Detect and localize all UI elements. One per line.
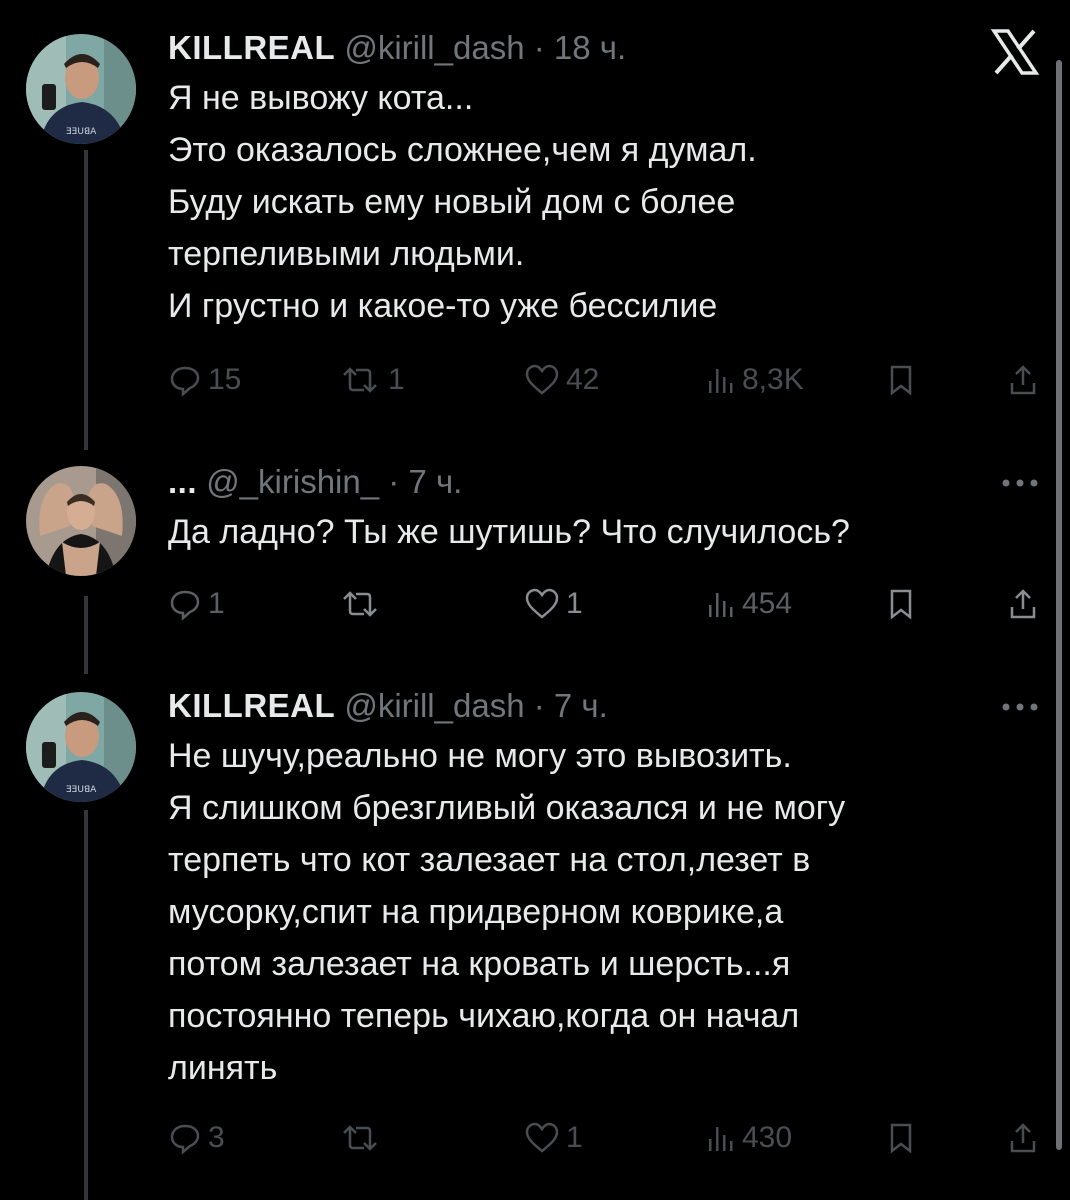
thread-line	[84, 596, 88, 674]
share-button[interactable]	[1008, 582, 1038, 626]
heart-icon	[525, 364, 559, 395]
heart-icon	[525, 1122, 559, 1153]
tweet-header: ... @_kirishin_ · 7 ч.	[168, 462, 1010, 502]
tweet-line: Буду искать ему новый дом с более	[168, 183, 736, 221]
like-button[interactable]: 1	[524, 1116, 583, 1160]
tweet-header: KILLREAL @kirill_dash · 18 ч.	[168, 28, 1010, 68]
more-options-icon[interactable]	[1000, 702, 1040, 712]
bookmark-icon	[890, 365, 912, 396]
tweet-header: KILLREAL @kirill_dash · 7 ч.	[168, 686, 1010, 726]
action-bar: 1 1 454	[168, 582, 1048, 626]
thread-line	[84, 150, 88, 450]
author-handle[interactable]: @kirill_dash	[344, 29, 524, 66]
views-button[interactable]: 8,3K	[706, 358, 804, 402]
views-count: 430	[742, 1121, 793, 1154]
like-count: 1	[566, 1121, 583, 1154]
repost-icon	[343, 1125, 377, 1151]
repost-icon	[343, 591, 377, 617]
tweet-text: Я не вывожу кота... Это оказалось сложне…	[168, 72, 1010, 332]
avatar[interactable]: ƎƎUꓭA	[26, 692, 136, 802]
repost-button[interactable]	[338, 582, 388, 626]
share-button[interactable]	[1008, 358, 1038, 402]
tweet-line: постоянно теперь чихаю,когда он начал	[168, 997, 800, 1035]
reply-count: 15	[208, 363, 242, 396]
scrollbar[interactable]	[1056, 60, 1062, 1150]
share-icon	[1010, 365, 1036, 395]
avatar[interactable]: ƎƎUꓭA	[26, 34, 136, 144]
thread-line	[84, 810, 88, 1200]
views-count: 454	[742, 587, 793, 620]
avatar[interactable]	[26, 466, 136, 576]
reply-count: 3	[208, 1121, 225, 1154]
tweet-line: терпеливыми людьми.	[168, 235, 525, 273]
tweet-text: Не шучу,реально не могу это вывозить. Я …	[168, 730, 1010, 1094]
tweet-line: линять	[168, 1049, 278, 1087]
share-icon	[1010, 589, 1036, 619]
tweet-line: мусорку,спит на придверном коврике,а	[168, 893, 784, 931]
author-name[interactable]: KILLREAL	[168, 29, 335, 66]
separator-dot: ·	[533, 687, 545, 724]
author-name[interactable]: KILLREAL	[168, 687, 335, 724]
views-icon	[709, 1127, 733, 1151]
tweet-line: Да ладно? Ты же шутишь? Что случилось?	[168, 513, 850, 551]
bookmark-icon	[890, 589, 912, 620]
timestamp[interactable]: 7 ч.	[554, 687, 608, 724]
tweet-line: терпеть что кот залезает на стол,лезет в	[168, 841, 811, 879]
reply-button[interactable]: 3	[168, 1116, 225, 1160]
timestamp[interactable]: 7 ч.	[408, 463, 462, 500]
views-count: 8,3K	[742, 363, 804, 396]
author-handle[interactable]: @_kirishin_	[206, 463, 379, 500]
action-bar: 15 1 42 8,3K	[168, 358, 1048, 402]
like-button[interactable]: 1	[524, 582, 583, 626]
tweet-line: потом залезает на кровать и шерсть...я	[168, 945, 791, 983]
bookmark-button[interactable]	[888, 582, 914, 626]
bookmark-button[interactable]	[888, 358, 914, 402]
separator-dot: ·	[533, 29, 545, 66]
heart-icon	[525, 588, 559, 619]
svg-text:ƎƎUꓭA: ƎƎUꓭA	[66, 785, 97, 795]
repost-count: 1	[388, 363, 405, 396]
author-name[interactable]: ...	[168, 463, 197, 500]
tweet-line: И грустно и какое-то уже бессилие	[168, 287, 718, 325]
like-count: 42	[566, 363, 600, 396]
bookmark-icon	[890, 1123, 912, 1154]
tweet-line: Я слишком брезгливый оказался и не могу	[168, 789, 846, 827]
share-icon	[1010, 1123, 1036, 1153]
reply-button[interactable]: 15	[168, 358, 241, 402]
tweet-line: Не шучу,реально не могу это вывозить.	[168, 737, 792, 775]
tweet-text: Да ладно? Ты же шутишь? Что случилось?	[168, 506, 1010, 558]
like-count: 1	[566, 587, 583, 620]
share-button[interactable]	[1008, 1116, 1038, 1160]
views-icon	[709, 593, 733, 617]
repost-button[interactable]: 1	[338, 358, 405, 402]
svg-text:ƎƎUꓭA: ƎƎUꓭA	[66, 127, 97, 137]
reply-icon	[170, 1124, 200, 1155]
more-options-icon[interactable]	[1000, 478, 1040, 488]
tweet-line: Это оказалось сложнее,чем я думал.	[168, 131, 757, 169]
repost-icon	[343, 367, 377, 393]
views-button[interactable]: 430	[706, 1116, 792, 1160]
views-button[interactable]: 454	[706, 582, 792, 626]
timestamp[interactable]: 18 ч.	[554, 29, 626, 66]
author-handle[interactable]: @kirill_dash	[344, 687, 524, 724]
reply-count: 1	[208, 587, 225, 620]
views-icon	[709, 369, 733, 393]
bookmark-button[interactable]	[888, 1116, 914, 1160]
tweet-line: Я не вывожу кота...	[168, 79, 474, 117]
reply-icon	[170, 366, 200, 397]
like-button[interactable]: 42	[524, 358, 599, 402]
reply-icon	[170, 590, 200, 621]
repost-button[interactable]	[338, 1116, 388, 1160]
separator-dot: ·	[388, 463, 400, 500]
action-bar: 3 1 430	[168, 1116, 1048, 1160]
reply-button[interactable]: 1	[168, 582, 225, 626]
